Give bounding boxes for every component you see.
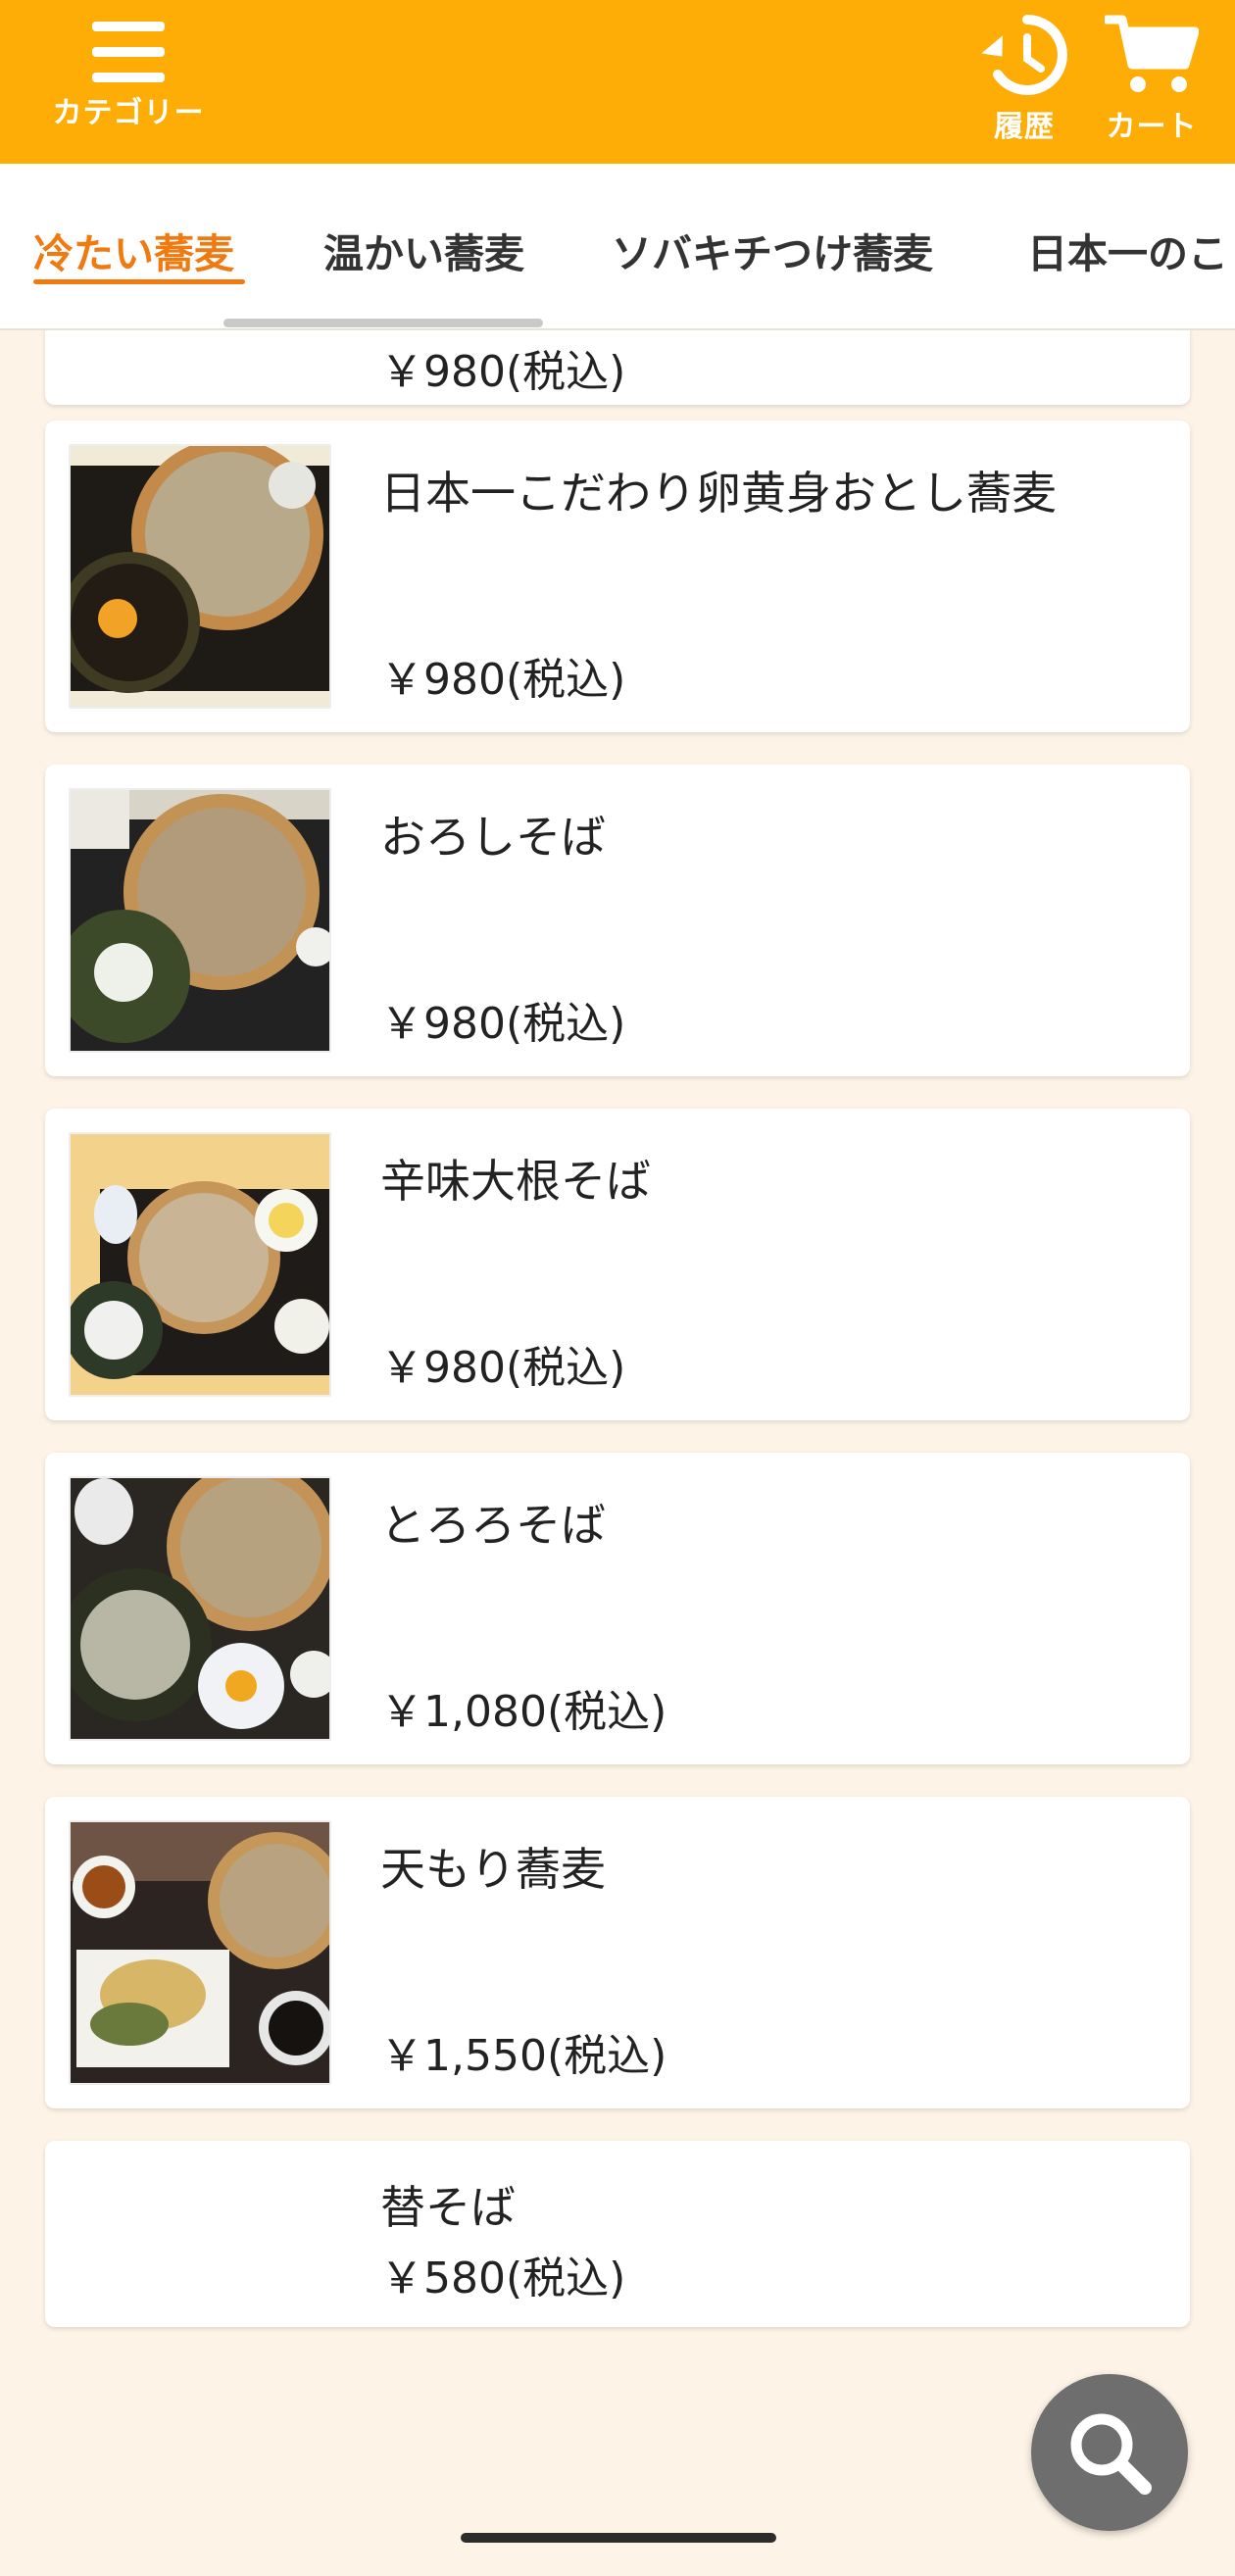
cart-icon [1105, 15, 1199, 92]
item-name: とろろそば [380, 1499, 606, 1552]
item-price: ￥980(税込) [380, 999, 626, 1049]
active-tab-indicator [33, 279, 245, 284]
item-price: ￥1,550(税込) [380, 2031, 667, 2081]
app-header: カテゴリー 履歴 カート [0, 0, 1235, 164]
list-item[interactable]: とろろそば ￥1,080(税込) [45, 1453, 1190, 1764]
list-item[interactable]: おろしそば ￥980(税込) [45, 765, 1190, 1076]
tab-hot-soba[interactable]: 温かい蕎麦 [323, 221, 524, 279]
tab-nihonichi[interactable]: 日本一のこ [1027, 221, 1228, 279]
cart-label: カート [1106, 110, 1198, 144]
product-image [69, 1820, 331, 2085]
item-name: おろしそば [380, 811, 606, 864]
product-image [69, 444, 331, 709]
product-image [69, 788, 331, 1053]
search-icon [1070, 2413, 1152, 2495]
category-tabs: 冷たい蕎麦 温かい蕎麦 ソバキチつけ蕎麦 日本一のこ [0, 164, 1235, 330]
search-button[interactable] [1031, 2374, 1188, 2531]
list-item[interactable]: 辛味大根そば ￥980(税込) [45, 1109, 1190, 1420]
item-name: 替そば [380, 2181, 516, 2234]
tab-sobakichi-tsuke-soba[interactable]: ソバキチつけ蕎麦 [612, 221, 933, 279]
item-name: 辛味大根そば [380, 1155, 651, 1208]
item-price: ￥1,080(税込) [380, 1687, 667, 1737]
history-label: 履歴 [994, 110, 1055, 144]
category-menu-label: カテゴリー [52, 96, 205, 130]
item-name: 天もり蕎麦 [380, 1843, 606, 1896]
history-button[interactable]: 履歴 [970, 14, 1078, 145]
list-item[interactable]: 替そば ￥580(税込) [45, 2141, 1190, 2327]
category-menu-button[interactable]: カテゴリー [39, 22, 218, 131]
product-image [69, 1132, 331, 1397]
item-price: ￥980(税込) [380, 1343, 626, 1393]
list-item[interactable]: 天もり蕎麦 ￥1,550(税込) [45, 1797, 1190, 2108]
home-indicator[interactable] [461, 2533, 776, 2543]
product-image [69, 1476, 331, 1741]
item-price: ￥980(税込) [380, 347, 626, 397]
history-icon [981, 15, 1067, 95]
cart-button[interactable]: カート [1088, 14, 1215, 145]
hamburger-icon [92, 22, 165, 82]
item-price: ￥980(税込) [380, 655, 626, 705]
item-name: 日本一こだわり卵黄身おとし蕎麦 [380, 467, 1057, 520]
item-price: ￥580(税込) [380, 2254, 626, 2304]
product-list: ￥980(税込) 日本一こだわり卵黄身おとし蕎麦 ￥980(税込) おろしそば … [0, 330, 1235, 2576]
tab-scrollbar[interactable] [223, 319, 543, 327]
list-item[interactable]: ￥980(税込) [45, 330, 1190, 405]
tab-cold-soba[interactable]: 冷たい蕎麦 [33, 221, 234, 279]
list-item[interactable]: 日本一こだわり卵黄身おとし蕎麦 ￥980(税込) [45, 421, 1190, 732]
